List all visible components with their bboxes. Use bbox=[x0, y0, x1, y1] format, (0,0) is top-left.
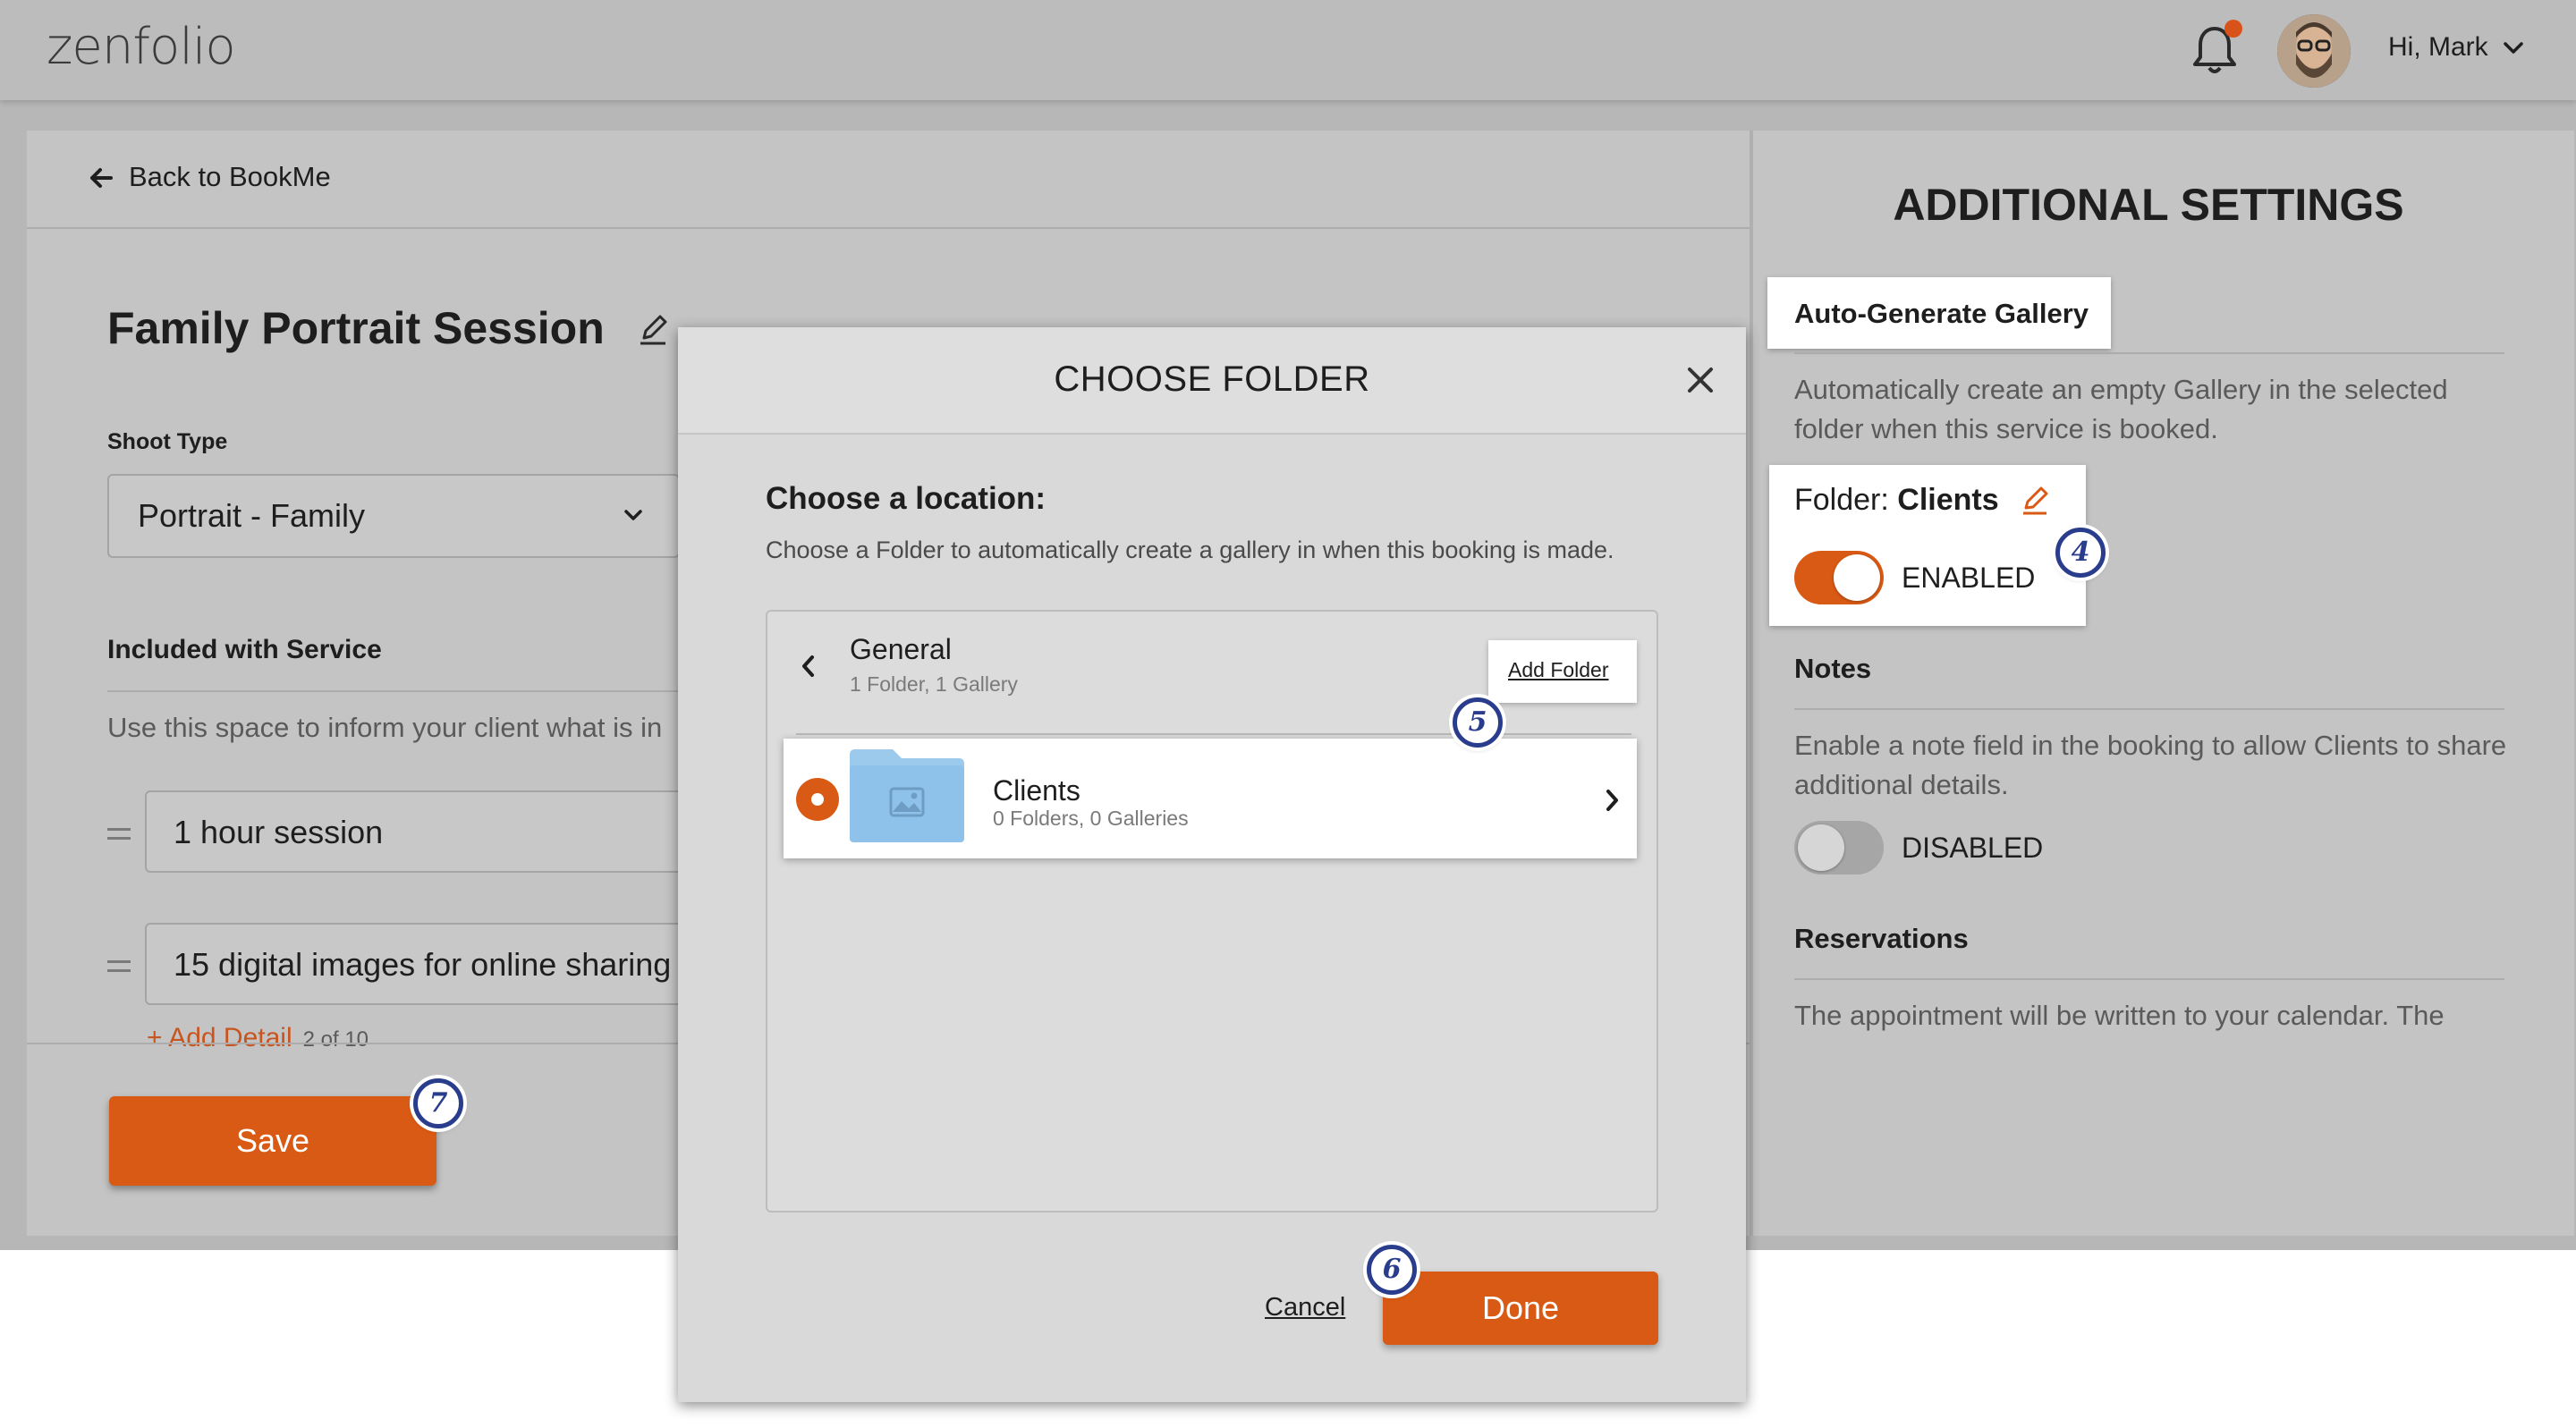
included-help-text: Use this space to inform your client wha… bbox=[107, 712, 662, 744]
detail-text[interactable]: 1 hour session bbox=[174, 814, 383, 851]
shoot-type-value[interactable]: Portrait - Family bbox=[138, 497, 365, 535]
drag-handle-icon[interactable] bbox=[107, 828, 131, 846]
chevron-left-icon[interactable] bbox=[798, 653, 819, 680]
divider bbox=[1794, 708, 2504, 710]
save-button[interactable]: Save bbox=[109, 1096, 436, 1186]
add-detail-label[interactable]: + Add Detail bbox=[147, 1023, 292, 1052]
notes-toggle[interactable] bbox=[1794, 821, 1884, 875]
chevron-right-icon[interactable] bbox=[1601, 787, 1623, 814]
done-button[interactable]: Done bbox=[1383, 1272, 1658, 1345]
toggle-label: ENABLED bbox=[1902, 562, 2035, 595]
step-badge: 7 bbox=[413, 1078, 463, 1128]
detail-text[interactable]: 15 digital images for online sharing bbox=[174, 946, 671, 984]
shoot-type-label: Shoot Type bbox=[107, 429, 227, 455]
folder-name: Clients bbox=[1897, 483, 1998, 517]
cancel-button[interactable]: Cancel bbox=[1265, 1293, 1345, 1322]
folder-prefix: Folder: bbox=[1794, 483, 1889, 517]
modal-title: CHOOSE FOLDER bbox=[678, 359, 1746, 400]
notification-dot bbox=[2224, 20, 2242, 38]
auto-gallery-toggle[interactable] bbox=[1794, 551, 1884, 604]
divider bbox=[107, 690, 680, 692]
location-help: Choose a Folder to automatically create … bbox=[766, 537, 1614, 564]
arrow-left-icon[interactable] bbox=[88, 165, 114, 191]
close-icon[interactable] bbox=[1685, 365, 1716, 395]
reservations-help: The appointment will be written to your … bbox=[1794, 996, 2510, 1035]
pencil-icon[interactable] bbox=[2020, 485, 2050, 517]
current-folder-count: 1 Folder, 1 Gallery bbox=[850, 672, 1018, 697]
notes-label: Notes bbox=[1794, 653, 1871, 685]
user-greeting[interactable]: Hi, Mark bbox=[2388, 32, 2488, 63]
divider bbox=[1794, 352, 2504, 354]
folder-label: Folder: Clients bbox=[1794, 483, 1999, 518]
reservations-label: Reservations bbox=[1794, 923, 1969, 955]
page-title: Family Portrait Session bbox=[107, 302, 605, 354]
toggle-knob bbox=[1798, 824, 1844, 871]
chevron-down-icon[interactable] bbox=[2501, 36, 2526, 61]
folder-radio[interactable] bbox=[796, 778, 839, 821]
settings-title: ADDITIONAL SETTINGS bbox=[1753, 179, 2544, 231]
auto-gallery-label: Auto-Generate Gallery bbox=[1794, 298, 2089, 330]
location-label: Choose a location: bbox=[766, 481, 1046, 517]
avatar[interactable] bbox=[2277, 14, 2351, 88]
divider bbox=[27, 227, 1750, 229]
included-label: Included with Service bbox=[107, 635, 382, 665]
current-folder-name: General bbox=[850, 633, 952, 666]
folder-icon bbox=[850, 749, 964, 842]
chevron-down-icon[interactable] bbox=[621, 503, 646, 528]
add-detail-link[interactable]: + Add Detail 2 of 10 bbox=[147, 1023, 369, 1053]
toggle-knob bbox=[1834, 554, 1880, 601]
auto-gallery-help: Automatically create an empty Gallery in… bbox=[1794, 370, 2510, 449]
add-folder-label[interactable]: Add Folder bbox=[1508, 658, 1609, 682]
toggle-label: DISABLED bbox=[1902, 832, 2043, 865]
notes-help: Enable a note field in the booking to al… bbox=[1794, 726, 2510, 805]
back-link[interactable]: Back to BookMe bbox=[129, 161, 331, 193]
divider bbox=[1794, 978, 2504, 980]
step-badge: 4 bbox=[2055, 528, 2106, 578]
step-badge: 6 bbox=[1367, 1245, 1417, 1295]
folder-name[interactable]: Clients bbox=[993, 774, 1080, 807]
folder-count: 0 Folders, 0 Galleries bbox=[993, 807, 1189, 831]
step-badge: 5 bbox=[1453, 697, 1503, 748]
divider bbox=[796, 733, 1631, 735]
drag-handle-icon[interactable] bbox=[107, 960, 131, 978]
pencil-icon[interactable] bbox=[637, 313, 669, 347]
detail-count: 2 of 10 bbox=[303, 1027, 369, 1052]
zenfolio-logo[interactable]: zenfolio bbox=[47, 18, 235, 76]
